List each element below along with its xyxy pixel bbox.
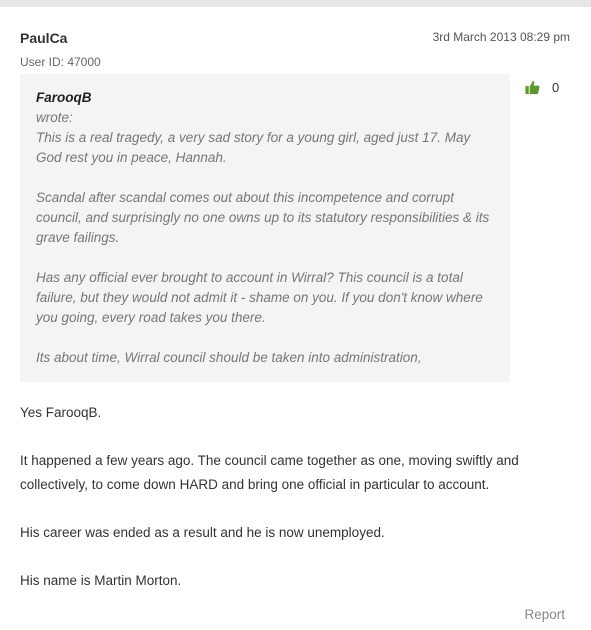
quote-paragraph: Its about time, Wirral council should be… — [36, 350, 422, 365]
post-username[interactable]: PaulCa — [20, 30, 67, 46]
report-link[interactable]: Report — [524, 607, 565, 622]
quote-author: FarooqB — [36, 90, 92, 105]
like-count: 0 — [552, 80, 560, 95]
quote-wrote-label: wrote: — [36, 110, 73, 125]
like-control: 0 — [525, 80, 559, 95]
post-user-id: User ID: 47000 — [20, 55, 101, 69]
body-paragraph: His career was ended as a result and he … — [20, 525, 385, 540]
quote-paragraph: This is a real tragedy, a very sad story… — [36, 130, 471, 165]
thumbs-up-icon[interactable] — [525, 80, 540, 95]
body-paragraph: His name is Martin Morton. — [20, 573, 182, 588]
quote-paragraph: Scandal after scandal comes out about th… — [36, 190, 490, 245]
quote-block: FarooqB wrote: This is a real tragedy, a… — [20, 74, 510, 382]
body-paragraph: Yes FarooqB. — [20, 405, 102, 420]
post-timestamp: 3rd March 2013 08:29 pm — [432, 30, 570, 44]
top-divider — [0, 0, 591, 7]
body-paragraph: It happened a few years ago. The council… — [20, 453, 519, 492]
quote-paragraph: Has any official ever brought to account… — [36, 270, 483, 325]
post-body: Yes FarooqB. It happened a few years ago… — [20, 401, 560, 617]
